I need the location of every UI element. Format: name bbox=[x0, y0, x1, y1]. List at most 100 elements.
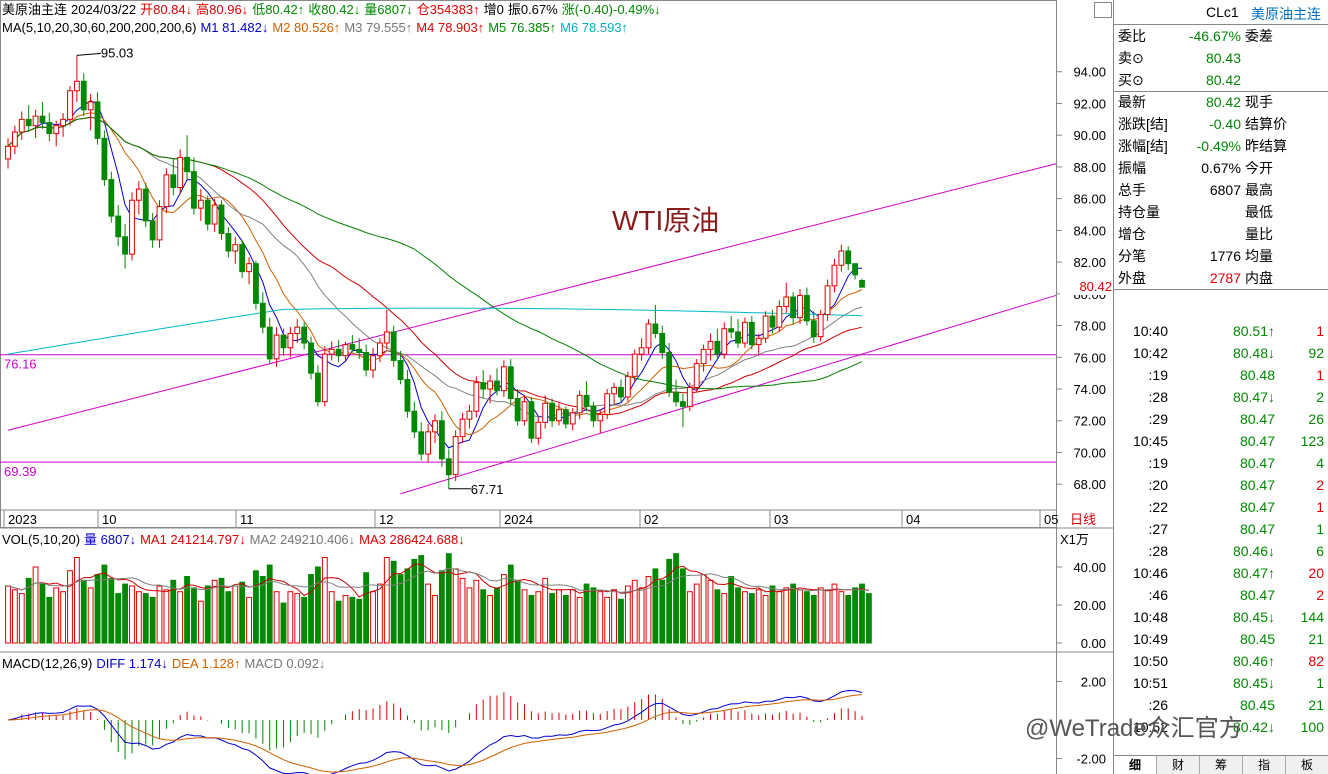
side-tab[interactable]: 指 bbox=[1243, 756, 1286, 774]
volume-bar bbox=[803, 591, 810, 644]
volume-bar bbox=[197, 600, 204, 644]
volume-bar bbox=[514, 579, 521, 644]
candle-body bbox=[411, 410, 418, 433]
price-tick-label: 74.00 bbox=[1073, 382, 1106, 397]
date-label: 10 bbox=[102, 512, 116, 527]
candle-body bbox=[218, 204, 225, 235]
side-tab[interactable]: 细 bbox=[1114, 756, 1157, 774]
volume-bar bbox=[149, 596, 156, 644]
price-tick-label: 70.00 bbox=[1073, 445, 1106, 460]
volume-bar bbox=[163, 589, 170, 644]
tick-time: :29 bbox=[1148, 411, 1168, 427]
volume-bar bbox=[438, 570, 445, 644]
candle-body bbox=[824, 285, 831, 315]
ma-legend-item: M3 79.555↑ bbox=[344, 20, 413, 35]
header-item: 增0 bbox=[483, 2, 504, 17]
candle-body bbox=[376, 342, 383, 357]
tick-volume: 2 bbox=[1316, 587, 1324, 603]
quote-row: 总手 6807 最高 bbox=[1114, 179, 1328, 201]
price-tick-label: 94.00 bbox=[1073, 65, 1106, 80]
moving-average-line bbox=[7, 116, 863, 416]
candle-body bbox=[315, 372, 321, 403]
tick-time: :19 bbox=[1148, 455, 1168, 471]
macd-tick-label: 2.00 bbox=[1081, 675, 1106, 690]
volume-bar bbox=[742, 591, 748, 644]
candle-body bbox=[590, 405, 597, 422]
macd-legend-item: DIFF 1.174↓ bbox=[96, 656, 168, 671]
quote-value: -46.67% bbox=[1188, 28, 1241, 44]
volume-bar bbox=[707, 579, 714, 644]
candle-body bbox=[204, 199, 211, 225]
volume-bar bbox=[618, 598, 624, 644]
quote-label-2: 量比 bbox=[1245, 226, 1273, 242]
volume-bar bbox=[432, 595, 438, 644]
tick-price: 80.47 bbox=[1239, 455, 1275, 471]
volume-bar bbox=[576, 596, 583, 644]
volume-tick-label: 20.00 bbox=[1073, 598, 1106, 613]
quote-label-2: 结算价 bbox=[1245, 116, 1287, 132]
candle-body bbox=[390, 331, 397, 361]
volume-bar bbox=[748, 593, 755, 644]
volume-bar bbox=[535, 591, 542, 644]
tick-volume: 1 bbox=[1316, 367, 1324, 383]
tick-price: 80.47 bbox=[1239, 411, 1275, 427]
candle-body bbox=[838, 250, 845, 266]
volume-bar bbox=[583, 583, 590, 644]
tick-time: 10:46 bbox=[1132, 565, 1168, 581]
tick-volume: 2 bbox=[1316, 477, 1324, 493]
candle-body bbox=[618, 386, 624, 398]
candle-body bbox=[60, 118, 67, 127]
quote-value: 0.67% bbox=[1201, 160, 1241, 176]
tick-price: 80.45↓ bbox=[1232, 609, 1275, 625]
date-label: 05 bbox=[1044, 512, 1058, 527]
candle-body bbox=[328, 348, 335, 355]
quote-label: 卖⊙ bbox=[1118, 50, 1144, 66]
volume-bar bbox=[714, 589, 721, 644]
quote-row: 持仓量 最低 bbox=[1114, 201, 1328, 223]
symbol-name[interactable]: 美原油主连 bbox=[1251, 4, 1321, 24]
quote-label-2: 均量 bbox=[1245, 248, 1273, 264]
quote-row: 卖⊙ 80.43 bbox=[1114, 47, 1328, 69]
candle-body bbox=[259, 302, 266, 328]
side-tab[interactable]: 筹 bbox=[1200, 756, 1243, 774]
vol-legend-item: VOL(5,10,20) bbox=[2, 532, 81, 547]
candle-body bbox=[514, 398, 521, 422]
volume-bar bbox=[797, 589, 803, 644]
volume-bar bbox=[232, 585, 239, 644]
header-item: 开80.84↓ bbox=[140, 2, 193, 17]
quote-label-2: 内盘 bbox=[1245, 270, 1273, 286]
candle-body bbox=[232, 244, 239, 252]
ma-legend-line: MA(5,10,20,30,60,200,200,200,6) M1 81.482… bbox=[2, 20, 632, 36]
candle-body bbox=[115, 215, 122, 238]
price-tick-label: 90.00 bbox=[1073, 128, 1106, 143]
candle-body bbox=[714, 340, 721, 355]
volume-bar bbox=[659, 579, 666, 644]
ma-legend-item: M5 76.385↑ bbox=[488, 20, 557, 35]
volume-bar bbox=[246, 596, 252, 644]
side-tab[interactable]: 板 bbox=[1286, 756, 1328, 774]
tick-volume: 123 bbox=[1300, 433, 1324, 449]
volume-bar bbox=[590, 587, 597, 644]
candle-body bbox=[177, 156, 184, 189]
quote-row: 外盘 2787 内盘 bbox=[1114, 267, 1328, 289]
tick-volume: 20 bbox=[1308, 565, 1324, 581]
tick-row: :22 80.47 1 bbox=[1114, 496, 1328, 518]
candle-body bbox=[859, 280, 865, 288]
quote-value: 80.42 bbox=[1205, 94, 1241, 110]
price-tick-label: 82.00 bbox=[1073, 255, 1106, 270]
tick-row: 10:50 80.46↑ 82 bbox=[1114, 650, 1328, 672]
quote-value: 1776 bbox=[1209, 248, 1241, 264]
volume-bar bbox=[67, 570, 73, 644]
header-quote-line: 美原油主连 2024/03/22 开80.84↓ 高80.96↓ 低80.42↑ 收80.… bbox=[2, 2, 665, 18]
candle-body bbox=[707, 340, 714, 350]
volume-bar bbox=[721, 593, 728, 644]
high-label: 95.03 bbox=[101, 45, 134, 60]
candle-body bbox=[790, 296, 797, 319]
volume-bar bbox=[507, 564, 514, 644]
panel-toggle-icon[interactable] bbox=[1094, 2, 1112, 18]
candle-body bbox=[452, 436, 459, 476]
candle-body bbox=[583, 394, 590, 407]
side-tab[interactable]: 财 bbox=[1157, 756, 1200, 774]
volume-bar bbox=[611, 589, 617, 644]
macd-line bbox=[7, 694, 863, 773]
